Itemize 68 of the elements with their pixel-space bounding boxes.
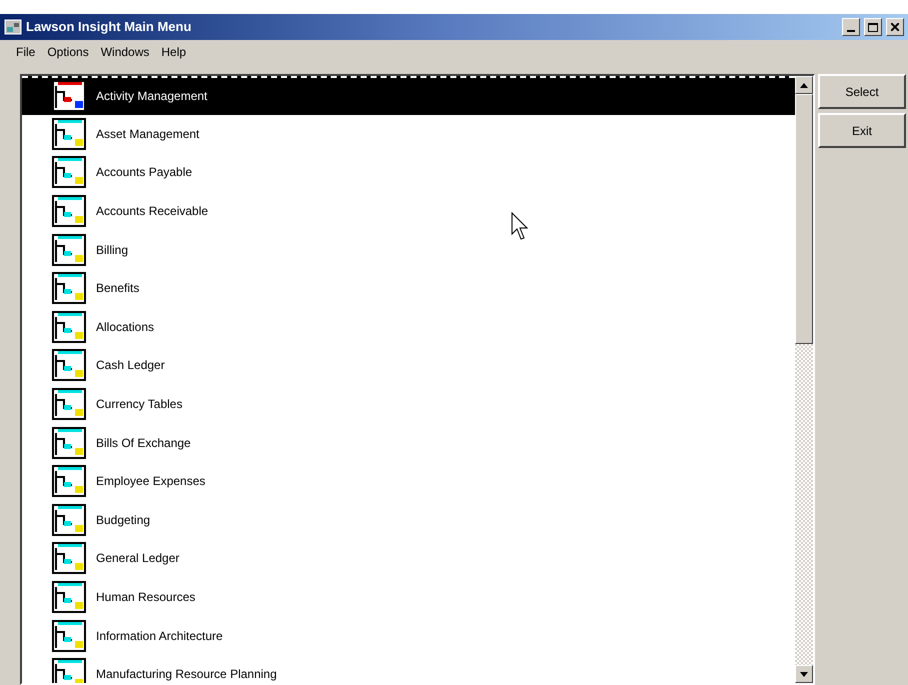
module-icon [52, 310, 86, 343]
module-icon [52, 504, 86, 536]
item-label: Budgeting [96, 512, 150, 529]
scrollbar[interactable] [795, 76, 813, 683]
maximize-button[interactable] [864, 18, 882, 36]
list-item[interactable]: Budgeting [22, 500, 795, 540]
menu-item[interactable]: Windows [100, 43, 150, 61]
module-icon [52, 349, 86, 382]
list-item[interactable]: Allocations [22, 308, 795, 346]
list-item[interactable]: Benefits [22, 268, 795, 308]
list-item[interactable]: Manufacturing Resource Planning [22, 654, 795, 683]
module-icon [52, 581, 86, 614]
item-label: Accounts Receivable [96, 203, 208, 220]
item-label: Activity Management [96, 88, 208, 106]
close-icon [891, 23, 899, 31]
item-label: Currency Tables [96, 396, 182, 414]
item-label: Human Resources [96, 589, 196, 606]
module-icon [52, 620, 86, 652]
module-icon [52, 234, 86, 266]
scroll-up-button[interactable] [795, 76, 813, 94]
menu-item[interactable]: File [16, 43, 36, 61]
maximize-icon [868, 22, 878, 32]
menu-item[interactable]: Help [161, 43, 186, 61]
list-item[interactable]: Bills Of Exchange [22, 423, 795, 462]
mouse-cursor-icon [511, 212, 531, 242]
list-item[interactable]: Asset Management [22, 114, 795, 154]
item-label: Information Architecture [96, 628, 223, 645]
scroll-down-button[interactable] [795, 665, 813, 683]
module-icon [52, 156, 86, 188]
item-label: Manufacturing Resource Planning [96, 666, 277, 683]
list-item[interactable]: General Ledger [22, 539, 795, 578]
module-icon [52, 272, 86, 304]
item-label: Accounts Payable [96, 164, 192, 182]
item-label: Asset Management [96, 126, 200, 143]
list-item[interactable]: Cash Ledger [22, 346, 795, 385]
dialog-button[interactable]: Select [818, 74, 906, 109]
module-icon [52, 465, 86, 498]
item-label: Cash Ledger [96, 357, 165, 374]
menu-item[interactable]: Options [47, 43, 89, 61]
module-icon [52, 426, 86, 459]
list-item[interactable]: Currency Tables [22, 384, 795, 424]
item-label: Bills Of Exchange [96, 434, 191, 452]
list-item[interactable]: Employee Expenses [22, 462, 795, 501]
item-label: Employee Expenses [96, 473, 206, 490]
module-icon [52, 542, 86, 574]
minimize-icon [847, 30, 855, 32]
down-arrow-icon [800, 672, 808, 676]
up-arrow-icon [800, 82, 808, 88]
module-icon [52, 195, 86, 228]
minimize-button[interactable] [842, 18, 860, 36]
window-title: Lawson Insight Main Menu [26, 18, 192, 36]
scroll-thumb[interactable] [795, 94, 813, 344]
list-item[interactable]: Accounts Receivable [22, 192, 795, 230]
dialog-button[interactable]: Exit [818, 113, 906, 148]
list-item[interactable]: Accounts Payable [22, 153, 795, 192]
item-label: Allocations [96, 318, 154, 336]
list-item[interactable]: Human Resources [22, 578, 795, 616]
item-label: Benefits [96, 280, 140, 298]
list-item[interactable]: Activity Management [22, 76, 795, 115]
module-icon [52, 118, 86, 150]
list-item[interactable]: Information Architecture [22, 616, 795, 655]
module-icon [52, 80, 86, 112]
item-label: Billing [96, 242, 128, 259]
close-button[interactable] [886, 18, 904, 36]
module-icon [52, 388, 86, 420]
item-label: General Ledger [96, 550, 180, 568]
list-item[interactable]: Billing [22, 230, 795, 269]
app-icon [4, 18, 22, 36]
